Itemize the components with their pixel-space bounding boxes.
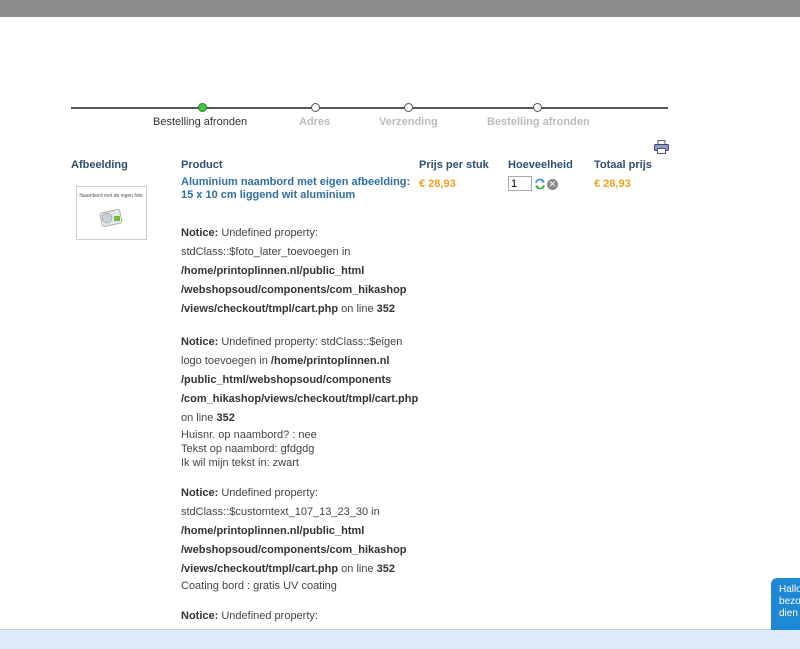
column-header-total: Totaal prijs	[594, 159, 652, 171]
notice-block: Notice: Undefined property:stdClass::$fo…	[181, 224, 421, 319]
notice-line: /home/printoplinnen.nl/public_html	[181, 522, 421, 541]
notice-text: Notice:	[181, 487, 219, 499]
product-thumbnail[interactable]: Naambord met de eigen foto	[76, 186, 147, 240]
notice-block: Notice: Undefined property:	[181, 607, 421, 626]
notice-line: stdClass::$foto_later_toevoegen in	[181, 243, 421, 262]
notice-text: Undefined property:	[218, 610, 318, 622]
column-header-unit-price: Prijs per stuk	[419, 159, 489, 171]
notice-text: on line	[181, 412, 217, 424]
notice-line: logo toevoegen in /home/printoplinnen.nl	[181, 352, 421, 371]
quantity-input[interactable]	[508, 176, 532, 191]
chat-widget[interactable]: Hallo bezo dien	[771, 578, 800, 630]
product-option: Coating bord : gratis UV coating	[181, 580, 337, 592]
column-header-quantity: Hoeveelheid	[508, 159, 573, 171]
step-label-4: Bestelling afronden	[487, 116, 590, 128]
notice-block: Notice: Undefined property:stdClass::$cu…	[181, 484, 421, 593]
notice-block: Notice: Undefined property: stdClass::$e…	[181, 333, 421, 470]
notice-line: /webshopsoud/components/com_hikashop	[181, 541, 421, 560]
notice-text: /com_hikashop/views/checkout/tmpl/cart.p…	[181, 393, 419, 405]
thumb-text: Naambord met de eigen foto	[79, 193, 143, 199]
notice-text: stdClass::$foto_later_toevoegen in	[181, 246, 351, 258]
notice-line: stdClass::$customtext_107_13_23_30 in	[181, 503, 421, 522]
notice-line: Notice: Undefined property:	[181, 607, 421, 626]
column-header-product: Product	[181, 159, 223, 171]
column-header-image: Afbeelding	[71, 159, 128, 171]
product-image: Naambord met de eigen foto	[79, 193, 143, 227]
notice-text: Undefined property:	[218, 487, 318, 499]
printer-icon[interactable]	[654, 140, 669, 154]
product-option: Huisnr. op naambord? : nee	[181, 429, 317, 441]
notice-text: Undefined property: stdClass::$eigen	[218, 336, 403, 348]
delete-icon[interactable]: ✕	[547, 179, 558, 190]
notice-text: Undefined property:	[218, 227, 318, 239]
product-options-notices: Notice: Undefined property:stdClass::$fo…	[181, 224, 421, 640]
product-name-link[interactable]: Aluminium naambord met eigen afbeelding:…	[181, 176, 421, 202]
refresh-icon[interactable]	[534, 178, 546, 190]
step-label-1: Bestelling afronden	[153, 116, 248, 128]
product-option: Tekst op naambord: gfdgdg	[181, 443, 315, 455]
step-dot-2	[311, 103, 320, 112]
total-price: € 28,93	[594, 178, 631, 190]
notice-text: stdClass::$customtext_107_13_23_30 in	[181, 506, 380, 518]
notice-text: on line	[338, 303, 377, 315]
notice-text: /home/printoplinnen.nl	[270, 355, 390, 367]
unit-price: € 28,93	[419, 178, 456, 190]
notice-text: on line	[338, 563, 377, 575]
notice-text: 352	[376, 563, 395, 575]
notice-text: Notice:	[181, 336, 219, 348]
notice-text: /views/checkout/tmpl/cart.php	[181, 563, 339, 575]
notice-text: /views/checkout/tmpl/cart.php	[181, 303, 339, 315]
browser-top-bar	[0, 0, 800, 17]
notice-text: 352	[376, 303, 395, 315]
step-dot-1	[198, 103, 207, 112]
notice-text: /home/printoplinnen.nl/public_html	[181, 265, 365, 277]
notice-line: /public_html/webshopsoud/components	[181, 371, 421, 390]
notice-line: /com_hikashop/views/checkout/tmpl/cart.p…	[181, 390, 421, 409]
notice-line: /views/checkout/tmpl/cart.php on line 35…	[181, 560, 421, 579]
notice-text: /public_html/webshopsoud/components	[181, 374, 392, 386]
notice-line: Notice: Undefined property: stdClass::$e…	[181, 333, 421, 352]
notice-line: /views/checkout/tmpl/cart.php on line 35…	[181, 300, 421, 319]
notice-line: on line 352	[181, 409, 421, 428]
step-label-3: Verzending	[379, 116, 438, 128]
notice-text: /webshopsoud/components/com_hikashop	[181, 544, 407, 556]
step-dot-4	[533, 103, 542, 112]
product-option: Ik wil mijn tekst in: zwart	[181, 457, 299, 469]
notice-line: Notice: Undefined property:	[181, 224, 421, 243]
notice-text: Notice:	[181, 610, 219, 622]
notice-line: Notice: Undefined property:	[181, 484, 421, 503]
step-label-2: Adres	[299, 116, 331, 128]
notice-text: /home/printoplinnen.nl/public_html	[181, 525, 365, 537]
notice-text: /webshopsoud/components/com_hikashop	[181, 284, 407, 296]
chat-text: Hallo bezo dien	[779, 584, 800, 619]
step-dot-3	[404, 103, 413, 112]
notice-text: logo toevoegen in	[181, 355, 271, 367]
checkout-progress-line	[71, 107, 668, 109]
notice-text: Notice:	[181, 227, 219, 239]
notice-text: 352	[216, 412, 235, 424]
bottom-bar	[0, 629, 800, 649]
notice-line: /webshopsoud/components/com_hikashop	[181, 281, 421, 300]
notice-line: /home/printoplinnen.nl/public_html	[181, 262, 421, 281]
